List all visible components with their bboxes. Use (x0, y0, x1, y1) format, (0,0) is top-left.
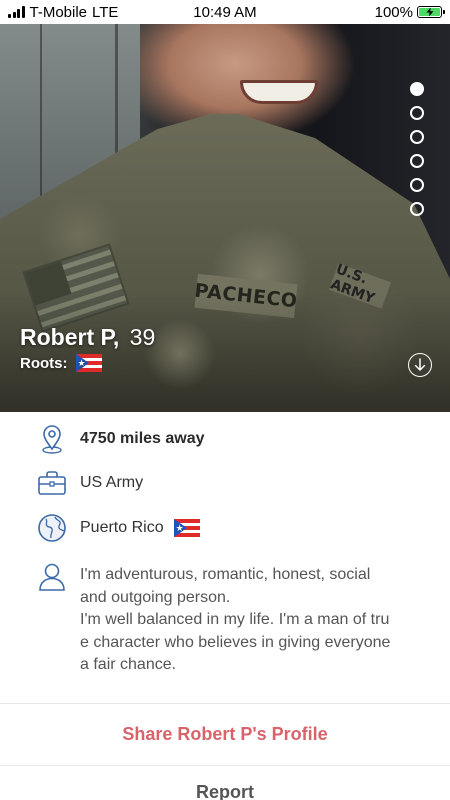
door-frame-line (40, 24, 42, 224)
page-dot[interactable] (410, 130, 424, 144)
briefcase-icon (37, 468, 67, 498)
battery-icon (417, 6, 445, 18)
profile-name-text: Robert P, (20, 324, 120, 350)
roots-row: Roots: ★ (20, 354, 102, 372)
signal-icon (8, 6, 25, 18)
profile-age: 39 (129, 324, 156, 350)
scroll-down-button[interactable] (408, 353, 432, 377)
puerto-rico-flag-icon: ★ (173, 519, 200, 537)
report-button[interactable]: Report (0, 766, 450, 800)
distance-row: 4750 miles away (0, 424, 450, 454)
carrier-name: T-Mobile (29, 3, 88, 21)
page-dot[interactable] (410, 106, 424, 120)
photo-page-indicator[interactable] (410, 82, 424, 216)
bio-text: I'm adventurous, romantic, honest, socia… (80, 566, 391, 673)
page-dot[interactable] (410, 178, 424, 192)
occupation-text: US Army (80, 474, 144, 491)
page-dot-active[interactable] (410, 82, 424, 96)
person-icon (37, 562, 67, 592)
puerto-rico-flag-icon: ★ (75, 354, 102, 372)
share-profile-button[interactable]: Share Robert P's Profile (0, 704, 450, 764)
page-dot[interactable] (410, 202, 424, 216)
location-pin-icon (37, 424, 67, 454)
globe-icon (37, 513, 67, 543)
profile-photo[interactable]: PACHECO U.S. ARMY Robert P, 39 Roots: ★ (0, 24, 450, 412)
charging-bolt-icon (426, 7, 433, 17)
status-left: T-Mobile LTE (8, 4, 118, 21)
occupation-row: US Army (0, 468, 450, 498)
status-bar: T-Mobile LTE 10:49 AM 100% (0, 0, 450, 24)
status-right: 100% (374, 3, 445, 21)
photo-smile (240, 80, 318, 104)
profile-name: Robert P, 39 (20, 324, 155, 351)
location-row: Puerto Rico ★ (0, 513, 450, 543)
photo-shade (0, 292, 450, 412)
page-dot[interactable] (410, 154, 424, 168)
roots-label: Roots: (20, 354, 68, 372)
arrow-down-icon (414, 358, 426, 371)
distance-text: 4750 miles away (80, 430, 205, 447)
location-text-wrap: Puerto Rico ★ (80, 519, 200, 537)
battery-percent: 100% (374, 3, 413, 21)
network-type: LTE (92, 3, 119, 21)
location-text: Puerto Rico (80, 519, 164, 536)
